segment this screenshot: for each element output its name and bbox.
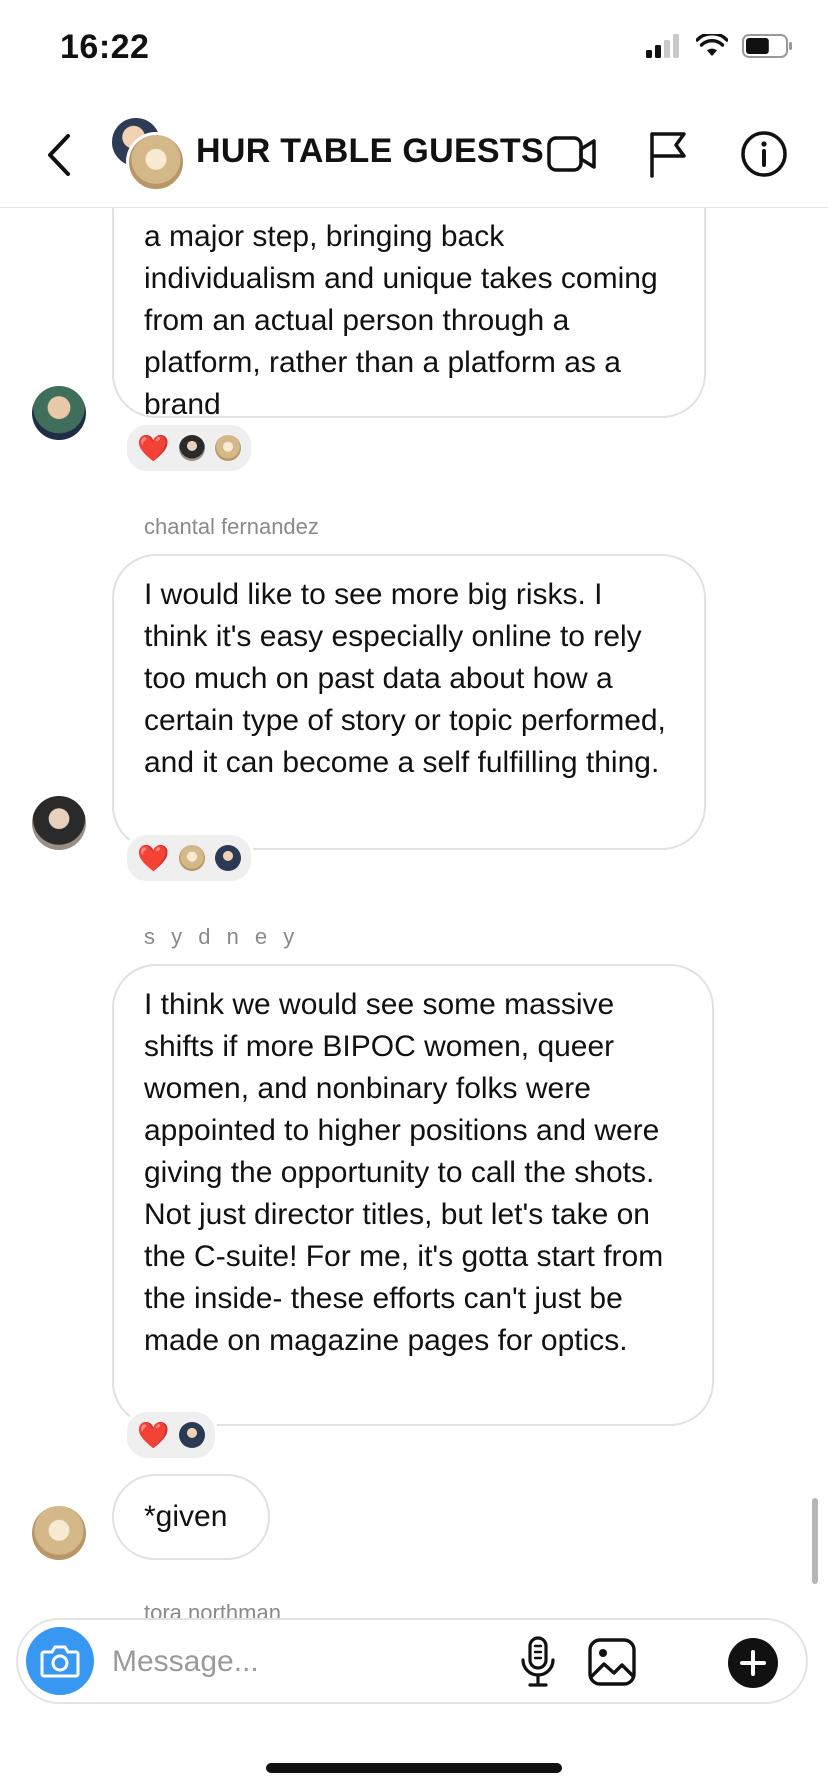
message-text: a major step, bringing back individualis…: [144, 220, 658, 421]
sender-name: chantal fernandez: [144, 514, 319, 539]
message-bubble[interactable]: I would like to see more big risks. I th…: [112, 554, 706, 850]
message-reactions[interactable]: ❤️: [124, 832, 255, 884]
message-thread[interactable]: a major step, bringing back individualis…: [0, 208, 828, 1618]
microphone-icon: [521, 1636, 555, 1687]
video-camera-icon: [547, 136, 596, 172]
signal-icon: [646, 34, 679, 58]
scroll-indicator[interactable]: [812, 1498, 818, 1584]
avatar[interactable]: [32, 1506, 86, 1560]
message-reactions[interactable]: ❤️: [124, 422, 255, 474]
back-button[interactable]: [38, 130, 82, 180]
plus-icon: [740, 1650, 766, 1676]
gallery-button[interactable]: [584, 1634, 640, 1690]
heart-reaction: ❤️: [137, 843, 170, 873]
sender-name: tora northman: [144, 1600, 281, 1618]
message-input[interactable]: [110, 1632, 554, 1692]
camera-icon: [40, 1645, 80, 1678]
thread-header: HUR TABLE GUESTS: [0, 100, 828, 208]
reactor-avatar: [179, 435, 206, 461]
info-icon: [741, 131, 787, 177]
camera-button[interactable]: [26, 1627, 94, 1695]
voice-message-button[interactable]: [510, 1634, 566, 1690]
status-bar: 16:22: [0, 0, 828, 100]
report-button[interactable]: [640, 126, 696, 182]
reactor-avatar: [179, 1422, 206, 1448]
heart-reaction: ❤️: [137, 433, 170, 463]
message-composer: [16, 1618, 808, 1704]
avatar[interactable]: [32, 796, 86, 850]
home-indicator[interactable]: [266, 1763, 562, 1773]
message-text: I think we would see some massive shifts…: [144, 988, 664, 1357]
status-time: 16:22: [60, 28, 150, 66]
more-options-button[interactable]: [728, 1638, 778, 1688]
video-call-button[interactable]: [544, 126, 600, 182]
message-text: I would like to see more big risks. I th…: [144, 578, 666, 779]
group-avatar[interactable]: [110, 116, 186, 192]
image-icon: [588, 1638, 636, 1686]
reactor-avatar: [215, 435, 242, 461]
reactor-avatar: [215, 845, 242, 871]
reactor-avatar: [179, 845, 206, 871]
status-icons: [646, 34, 794, 58]
message-bubble[interactable]: I think we would see some massive shifts…: [112, 964, 714, 1426]
battery-icon: [742, 34, 792, 58]
heart-reaction: ❤️: [137, 1420, 170, 1450]
message-text: *given: [144, 1500, 228, 1533]
message-bubble[interactable]: a major step, bringing back individualis…: [112, 208, 706, 421]
group-avatar-front: [126, 132, 186, 192]
sender-name: s y d n e y: [144, 924, 300, 949]
message-reactions[interactable]: ❤️: [124, 1409, 219, 1461]
info-button[interactable]: [736, 126, 792, 182]
flag-icon: [650, 132, 686, 178]
wifi-icon: [696, 34, 728, 56]
avatar[interactable]: [32, 386, 86, 440]
message-bubble[interactable]: *given: [112, 1474, 270, 1560]
chevron-left-icon: [48, 134, 70, 176]
thread-title[interactable]: HUR TABLE GUESTS: [196, 132, 544, 171]
